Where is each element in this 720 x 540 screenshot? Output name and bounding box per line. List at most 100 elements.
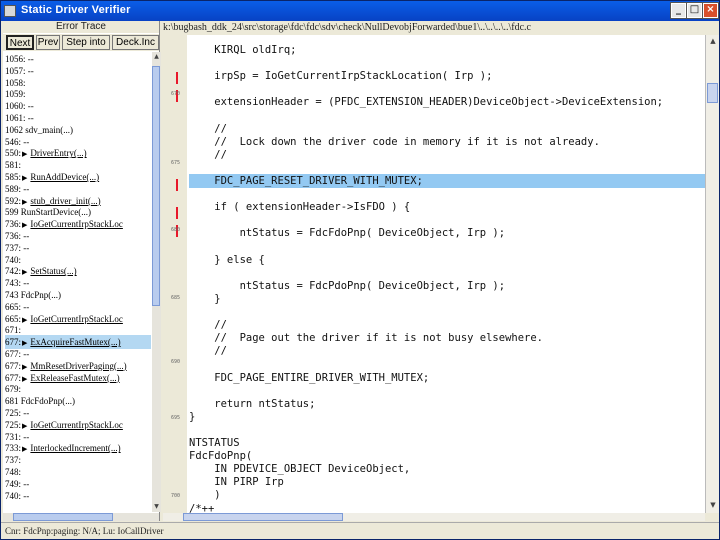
code-line[interactable] (189, 384, 705, 398)
trace-call-label: IoGetCurrentIrpStackLoc (30, 219, 123, 230)
trace-call-label: MmResetDriverPaging(...) (30, 360, 127, 371)
trace-line-ref: 677: (5, 372, 22, 383)
next-button[interactable]: Next (6, 35, 34, 50)
code-line[interactable]: // (189, 122, 705, 136)
code-line[interactable] (189, 305, 705, 319)
trace-line-ref: 743 FdcPnp(...) (5, 290, 61, 300)
code-line[interactable]: FDC_PAGE_RESET_DRIVER_WITH_MUTEX; (189, 174, 705, 188)
window-title: Static Driver Verifier (21, 4, 131, 16)
trace-line-ref: 671: (5, 325, 22, 336)
code-line[interactable] (189, 82, 705, 96)
breakpoint-marker[interactable] (176, 179, 178, 191)
trace-line-ref: 743: -- (5, 278, 30, 289)
breakpoint-marker[interactable] (176, 72, 178, 84)
line-number: 685 (171, 295, 181, 301)
trace-line-ref: 736: (5, 219, 22, 230)
trace-line-ref: 550: (5, 148, 22, 159)
code-line[interactable] (189, 240, 705, 254)
trace-call-label: IoGetCurrentIrpStackLoc (30, 313, 123, 324)
code-line[interactable]: IN PDEVICE_OBJECT DeviceObject, (189, 462, 705, 476)
code-line[interactable]: extensionHeader = (PFDC_EXTENSION_HEADER… (189, 95, 705, 109)
code-line[interactable]: } else { (189, 253, 705, 267)
scroll-thumb[interactable] (152, 66, 160, 306)
code-vertical-scrollbar[interactable]: ▲ ▼ (705, 35, 719, 513)
trace-call-label: DriverEntry(...) (30, 148, 87, 159)
prev-button[interactable]: Prev (36, 35, 60, 50)
code-line[interactable] (189, 357, 705, 371)
scroll-up-icon[interactable]: ▲ (706, 35, 720, 47)
line-number: 680 (171, 227, 181, 233)
trace-line-ref: 748: (5, 467, 22, 477)
code-line[interactable] (189, 423, 705, 437)
trace-line-ref: 725: -- (5, 408, 30, 418)
gutter: 670 675 680 685 690 695 700 (163, 35, 187, 513)
trace-horizontal-scrollbar[interactable] (3, 513, 159, 521)
trace-call-label: InterlockedIncrement(...) (30, 443, 121, 454)
code-line[interactable]: // Page out the driver if it is not busy… (189, 331, 705, 345)
code-line[interactable]: if ( extensionHeader->IsFDO ) { (189, 200, 705, 214)
scroll-up-icon[interactable]: ▲ (152, 52, 161, 62)
trace-line-ref: 681 FdcFdoPnp(...) (5, 396, 76, 407)
minimize-icon[interactable]: _ (670, 2, 687, 19)
code-horizontal-scrollbar[interactable] (163, 513, 705, 521)
code-line[interactable]: /*++ (189, 502, 705, 514)
code-line[interactable] (189, 109, 705, 123)
trace-line-ref: 1062 sdv_main(...) (5, 124, 73, 135)
title-bar[interactable]: Static Driver Verifier _ □ × (1, 1, 719, 21)
trace-line-ref: 665: (5, 313, 22, 324)
close-icon[interactable]: × (702, 2, 719, 19)
trace-call-label: stub_driver_init(...) (30, 195, 101, 206)
maximize-icon[interactable]: □ (686, 2, 703, 19)
pane-title: Error Trace (3, 21, 159, 33)
file-path: k:\bugbash_ddk_24\src\storage\fdc\fdc\sd… (163, 21, 719, 35)
code-line[interactable]: IN PIRP Irp (189, 475, 705, 489)
step-into-button[interactable]: Step into (62, 35, 110, 50)
code-line[interactable]: // (189, 318, 705, 332)
trace-line-ref: 1059: (5, 89, 26, 100)
scroll-down-icon[interactable]: ▼ (152, 502, 161, 512)
scroll-down-icon[interactable]: ▼ (706, 499, 720, 511)
code-line[interactable]: // (189, 344, 705, 358)
trace-line-ref: 1060: -- (5, 101, 34, 112)
code-line[interactable]: irpSp = IoGetCurrentIrpStackLocation( Ir… (189, 69, 705, 83)
code-line[interactable]: ) (189, 488, 705, 502)
scroll-thumb[interactable] (13, 513, 113, 521)
trace-vertical-scrollbar[interactable]: ▲ ▼ (152, 52, 161, 512)
code-line[interactable] (189, 213, 705, 227)
code-line[interactable] (189, 266, 705, 280)
trace-call-label: RunAddDevice(...) (30, 172, 100, 182)
line-number: 700 (171, 493, 181, 499)
trace-item[interactable]: 740: -- (5, 489, 151, 503)
breakpoint-marker[interactable] (176, 207, 178, 219)
code-line[interactable]: NTSTATUS (189, 436, 705, 450)
trace-line-ref: 737: -- (5, 242, 30, 253)
error-trace-pane: Error Trace Next Prev Step into Deck.Inc… (3, 21, 161, 521)
code-line[interactable]: } (189, 292, 705, 306)
scroll-thumb[interactable] (183, 513, 343, 521)
code-line[interactable]: // (189, 148, 705, 162)
code-line[interactable]: ntStatus = FdcPdoPnp( DeviceObject, Irp … (189, 279, 705, 293)
code-line[interactable]: return ntStatus; (189, 397, 705, 411)
source-code-view[interactable]: 670 675 680 685 690 695 700 KIRQL oldIrq… (163, 35, 705, 513)
trace-line-ref: 1056: -- (5, 54, 34, 64)
status-bar: Cnr: FdcPnp:paging: N/A; Lu: IoCallDrive… (1, 522, 719, 539)
trace-line-ref: 731: -- (5, 431, 30, 442)
trace-line-ref: 589: -- (5, 183, 30, 194)
trace-line-ref: 665: -- (5, 301, 30, 312)
code-line[interactable] (189, 161, 705, 175)
scroll-thumb[interactable] (707, 83, 718, 103)
code-line[interactable]: FDC_PAGE_ENTIRE_DRIVER_WITH_MUTEX; (189, 371, 705, 385)
code-line[interactable] (189, 56, 705, 70)
code-line[interactable]: FdcFdoPnp( (189, 449, 705, 463)
code-line[interactable] (189, 187, 705, 201)
trace-list[interactable]: 1056: -- 1057: -- 1058: 1059: 1060: -- 1061: … (3, 52, 151, 512)
line-number: 690 (171, 359, 181, 365)
code-line[interactable]: } (189, 410, 705, 424)
deck-inc-button[interactable]: Deck.Inc (112, 35, 159, 50)
trace-line-ref: 677: -- (5, 349, 30, 359)
trace-line-ref: 677: (5, 337, 22, 348)
code-line[interactable]: // Lock down the driver code in memory i… (189, 135, 705, 149)
code-line[interactable]: ntStatus = FdcFdoPnp( DeviceObject, Irp … (189, 226, 705, 240)
trace-line-ref: 581: (5, 160, 22, 171)
code-line[interactable]: KIRQL oldIrq; (189, 43, 705, 57)
